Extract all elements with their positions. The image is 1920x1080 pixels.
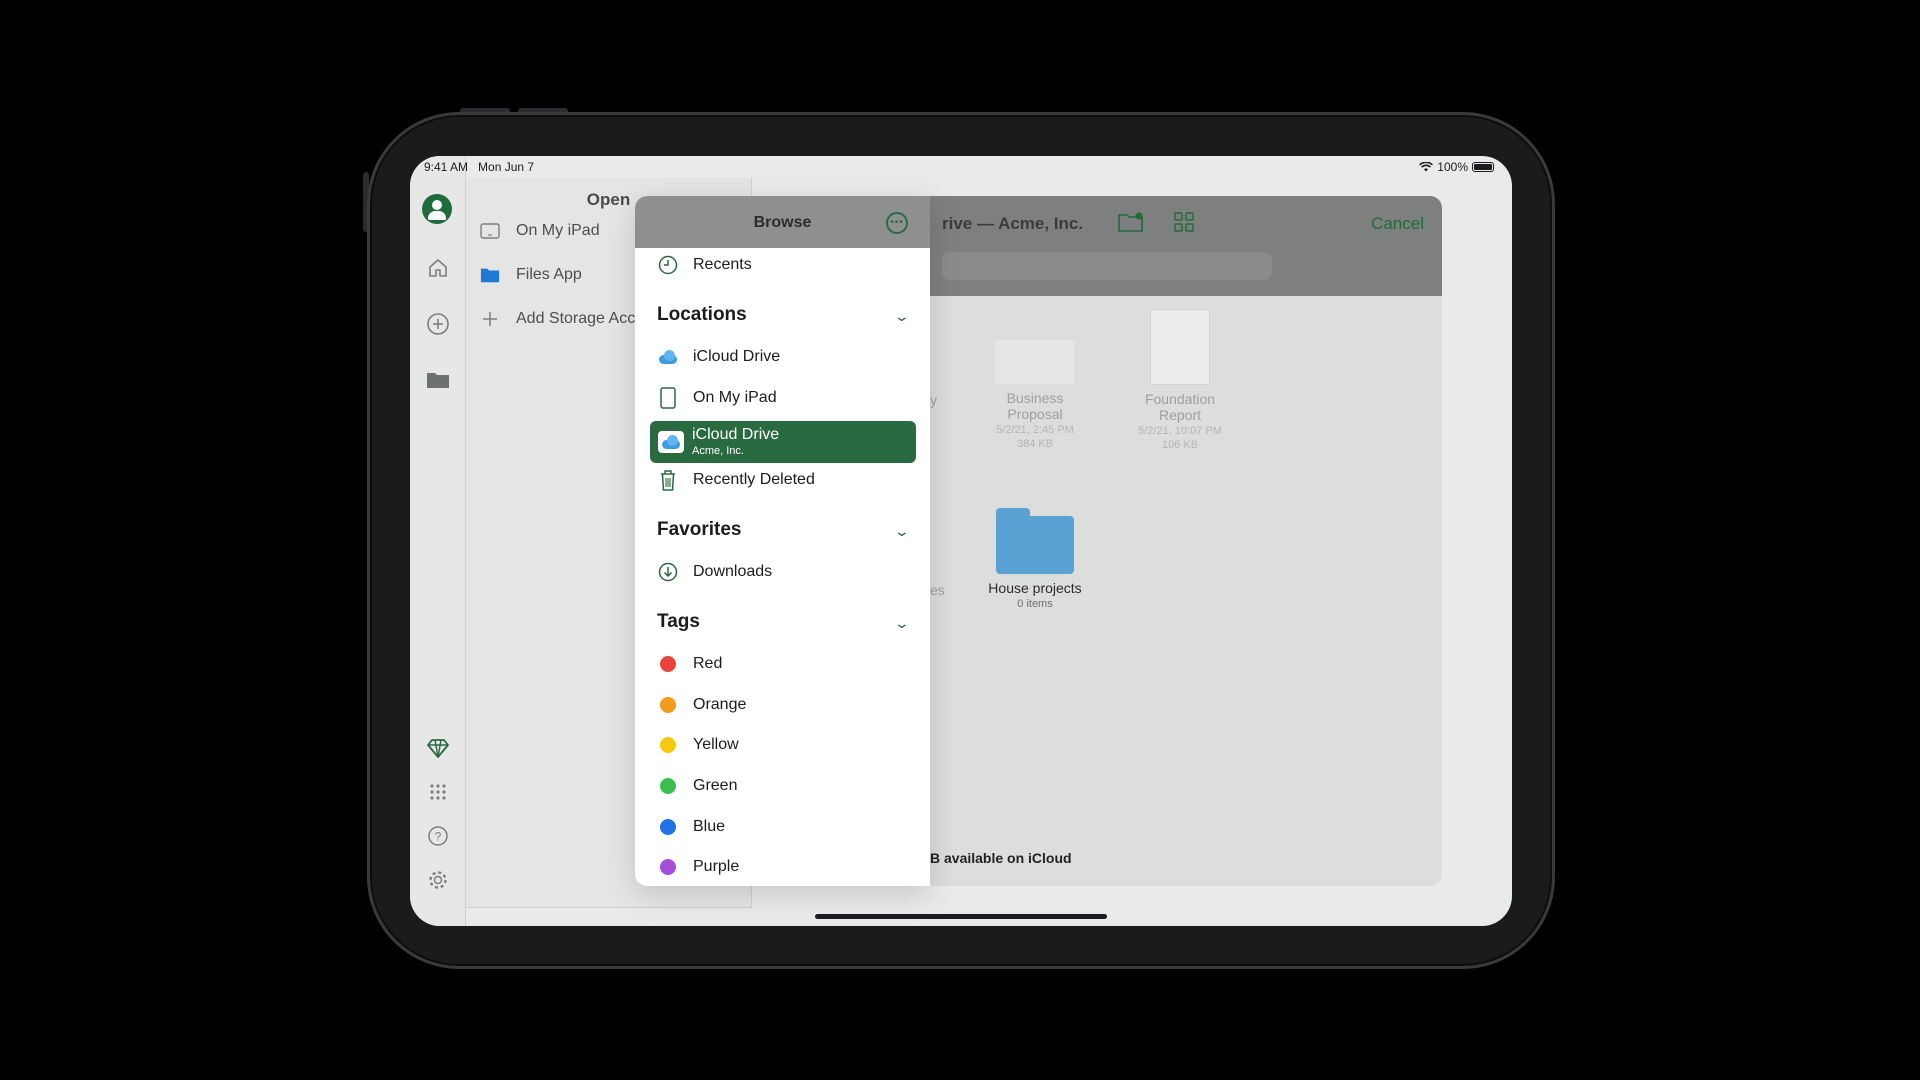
location-label: On My iPad: [693, 389, 777, 406]
file-browser: rive — Acme, Inc. Cancel y es Business P…: [930, 196, 1442, 886]
recently-deleted-item[interactable]: Recently Deleted: [657, 467, 815, 493]
tag-label: Orange: [693, 696, 747, 713]
folder-count: 0 items: [1017, 598, 1053, 610]
downloads-label: Downloads: [693, 563, 773, 580]
open-item-on-my-ipad[interactable]: On My iPad: [480, 218, 600, 244]
file-size: 384 KB: [1016, 438, 1054, 450]
browse-popover: Browse ••• Recents Locations ⌄ iCloud Dr…: [635, 196, 930, 886]
status-bar: 9:41 AM Mon Jun 7 100%: [410, 156, 1512, 178]
ipad-screen: 9:41 AM Mon Jun 7 100% ? Open On My iPad…: [410, 156, 1512, 926]
file-name: Foundation: [1144, 391, 1216, 407]
settings-icon[interactable]: [424, 866, 452, 894]
tag-blue[interactable]: Blue: [657, 814, 725, 840]
file-foundation-report[interactable]: Foundation Report 5/2/21, 10:07 PM 106 K…: [1120, 309, 1240, 451]
battery-icon: [1472, 162, 1494, 172]
favorites-header[interactable]: Favorites: [657, 519, 741, 541]
open-item-label: On My iPad: [516, 222, 600, 239]
document-thumbnail: [995, 340, 1075, 384]
locations-header[interactable]: Locations: [657, 304, 747, 326]
grid-view-icon[interactable]: [1174, 212, 1194, 238]
partial-file-label: y: [930, 392, 937, 408]
file-business-proposal[interactable]: Business Proposal 5/2/21, 2:45 PM 384 KB: [975, 340, 1095, 450]
yellow-dot-icon: [660, 737, 676, 753]
recently-deleted-label: Recently Deleted: [693, 471, 815, 488]
app-rail: ?: [410, 156, 466, 926]
recents-item[interactable]: Recents: [657, 252, 752, 278]
location-label: iCloud Drive: [693, 348, 781, 365]
plus-icon: [480, 310, 500, 328]
ipad-icon: [657, 387, 679, 409]
clock-icon: [657, 254, 679, 276]
chevron-down-icon[interactable]: ⌄: [894, 615, 910, 632]
file-date: 5/2/21, 2:45 PM: [996, 424, 1074, 436]
location-on-my-ipad[interactable]: On My iPad: [657, 385, 777, 411]
tag-orange[interactable]: Orange: [657, 692, 746, 718]
chevron-down-icon[interactable]: ⌄: [894, 523, 910, 540]
green-dot-icon: [660, 778, 676, 794]
status-time: 9:41 AM: [424, 160, 469, 174]
tag-label: Blue: [693, 818, 726, 835]
home-icon[interactable]: [424, 254, 452, 282]
tags-header[interactable]: Tags: [657, 611, 700, 633]
tag-purple[interactable]: Purple: [657, 854, 739, 880]
tag-label: Purple: [693, 858, 740, 875]
blue-dot-icon: [660, 819, 676, 835]
downloads-item[interactable]: Downloads: [657, 559, 772, 585]
location-icloud-drive[interactable]: iCloud Drive: [657, 344, 780, 370]
help-icon[interactable]: ?: [424, 822, 452, 850]
home-indicator[interactable]: [815, 914, 1107, 919]
tag-red[interactable]: Red: [657, 651, 722, 677]
svg-text:?: ?: [435, 830, 442, 844]
more-options-icon[interactable]: •••: [886, 212, 908, 234]
open-item-files-app[interactable]: Files App: [480, 262, 582, 288]
new-folder-icon[interactable]: [1118, 212, 1144, 238]
browse-header: Browse •••: [635, 196, 930, 248]
open-item-add-storage[interactable]: Add Storage Acc: [480, 306, 635, 332]
chevron-down-icon[interactable]: ⌄: [894, 308, 910, 325]
trash-icon: [657, 469, 679, 491]
selected-location-sublabel: Acme, Inc.: [692, 445, 744, 457]
status-date: Mon Jun 7: [478, 160, 535, 174]
recents-label: Recents: [693, 256, 752, 273]
folder-name: House projects: [988, 580, 1082, 596]
orange-dot-icon: [660, 697, 676, 713]
file-browser-title: rive — Acme, Inc.: [942, 214, 1084, 233]
tag-green[interactable]: Green: [657, 773, 737, 799]
profile-avatar[interactable]: [422, 194, 452, 224]
wifi-icon: [1419, 162, 1434, 172]
file-name: Proposal: [1007, 406, 1063, 422]
battery-percent: 100%: [1437, 160, 1468, 174]
purple-dot-icon: [660, 859, 676, 875]
icloud-icon: [658, 431, 684, 453]
tag-label: Green: [693, 777, 738, 794]
file-name: Business: [1006, 390, 1064, 406]
folder-icon[interactable]: [424, 366, 452, 394]
file-date: 5/2/21, 10:07 PM: [1138, 425, 1222, 437]
tag-label: Red: [693, 655, 723, 672]
location-icloud-drive-acme-selected[interactable]: iCloud Drive Acme, Inc.: [650, 421, 916, 463]
add-icon[interactable]: [424, 310, 452, 338]
partial-file-label: es: [930, 582, 945, 598]
icloud-icon: [657, 346, 679, 368]
folder-icon: [480, 266, 500, 284]
tag-yellow[interactable]: Yellow: [657, 732, 739, 758]
selected-location-label: iCloud Drive: [692, 426, 780, 443]
tag-label: Yellow: [693, 736, 739, 753]
open-item-label: Add Storage Acc: [516, 310, 636, 327]
folder-house-projects[interactable]: House projects 0 items: [975, 508, 1095, 610]
red-dot-icon: [660, 656, 676, 672]
ipad-icon: [480, 223, 500, 239]
file-browser-header: rive — Acme, Inc. Cancel: [930, 196, 1442, 296]
search-field[interactable]: [942, 252, 1272, 280]
premium-icon[interactable]: [424, 734, 452, 762]
file-size: 106 KB: [1161, 439, 1199, 451]
apps-grid-icon[interactable]: [424, 778, 452, 806]
document-thumbnail: [1150, 309, 1210, 385]
folder-icon: [996, 508, 1074, 574]
storage-info: B available on iCloud: [930, 850, 1072, 866]
open-item-label: Files App: [516, 266, 582, 283]
file-name: Report: [1158, 407, 1202, 423]
download-icon: [657, 561, 679, 583]
cancel-button[interactable]: Cancel: [1371, 214, 1424, 234]
